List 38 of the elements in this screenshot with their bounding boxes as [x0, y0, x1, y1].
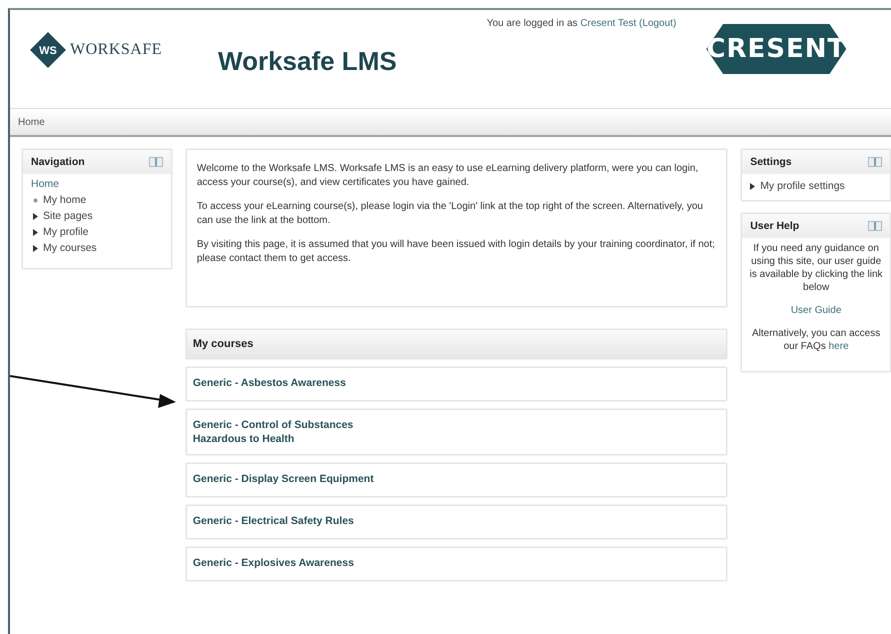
section-header: My courses	[186, 329, 728, 359]
breadcrumb-link[interactable]: Home	[18, 116, 45, 128]
welcome-text: To access your eLearning course(s), please login via the 'Login' link at the top right of the screen. Alternatively, you can use the link at the bottom.	[196, 200, 704, 228]
settings-item[interactable]: My profile settings	[760, 180, 845, 192]
expand-arrow-icon	[33, 228, 38, 236]
dock-icon[interactable]	[868, 157, 882, 167]
login-info: You are logged in as Cresent Test (Logout)	[486, 18, 676, 29]
panel-title: Settings	[750, 156, 792, 168]
panel-title: Navigation	[31, 156, 85, 168]
course-link[interactable]: Generic - Electrical Safety Rules	[192, 514, 393, 528]
client-logo: CRESENT	[706, 24, 846, 74]
logout-link[interactable]: (Logout)	[639, 18, 676, 29]
faq-link[interactable]: here	[828, 341, 849, 352]
bullet-icon	[33, 198, 38, 202]
expand-arrow-icon	[750, 182, 756, 190]
course-link[interactable]: Generic - Explosives Awareness	[192, 556, 393, 570]
nav-link[interactable]: Home	[31, 178, 163, 190]
faq-text: Alternatively, you can access our FAQs here	[750, 327, 882, 353]
nav-item[interactable]: My profile	[43, 226, 89, 238]
brand-name: WORKSAFE	[70, 41, 162, 59]
dock-icon[interactable]	[868, 221, 882, 231]
dock-icon[interactable]	[148, 157, 163, 167]
panel-title: User Help	[750, 220, 800, 232]
course-link[interactable]: Generic - Asbestos Awareness	[192, 376, 393, 390]
course-link[interactable]: Generic - Display Screen Equipment	[192, 472, 393, 486]
expand-arrow-icon	[33, 212, 38, 220]
welcome-text: By visiting this page, it is assumed that you will have been issued with login details by your training coordinator, if not; please contact them to get access.	[196, 238, 716, 266]
user-link[interactable]: Cresent Test	[580, 18, 636, 29]
nav-item[interactable]: My home	[43, 194, 86, 206]
nav-item[interactable]: My courses	[43, 242, 97, 254]
logo-icon: WS	[30, 32, 66, 68]
course-link[interactable]: Generic - Control of Substances Hazardous to Health	[192, 418, 393, 446]
expand-arrow-icon	[33, 244, 38, 252]
welcome-text: Welcome to the Worksafe LMS. Worksafe LMS is an easy to use eLearning delivery platform, were you can login, access your course(s), and view certificates you have gained.	[196, 162, 700, 190]
nav-item[interactable]: Site pages	[43, 210, 93, 222]
help-text: If you need any guidance on using this site, our user guide is available by clicking the link below	[748, 242, 884, 294]
user-guide-link[interactable]: User Guide	[790, 305, 842, 316]
site-title: Worksafe LMS	[218, 46, 397, 77]
